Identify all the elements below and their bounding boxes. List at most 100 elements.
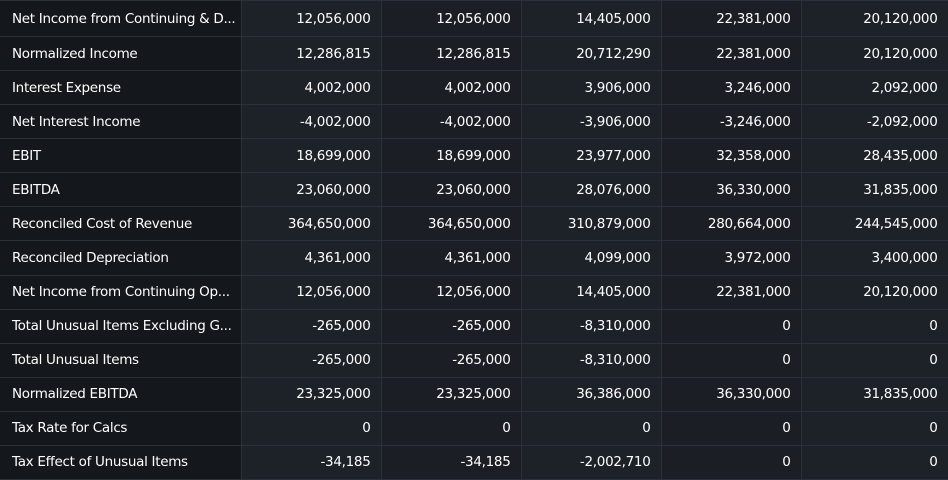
row-value: 0	[800, 410, 948, 446]
row-value: -265,000	[240, 342, 382, 378]
row-value: 12,056,000	[380, 0, 522, 38]
row-value: -2,092,000	[800, 104, 948, 140]
row-value: -4,002,000	[380, 104, 522, 140]
table-row[interactable]: Net Income from Continuing Op... 12,056,…	[0, 274, 948, 310]
table-row[interactable]: Reconciled Depreciation 4,361,000 4,361,…	[0, 240, 948, 276]
row-value: 0	[800, 342, 948, 378]
row-value: -34,185	[240, 444, 382, 480]
row-value: -265,000	[240, 308, 382, 344]
row-value: 4,361,000	[380, 240, 522, 276]
row-value: -3,906,000	[520, 104, 662, 140]
row-label: Total Unusual Items	[0, 342, 242, 378]
row-value: 0	[660, 410, 802, 446]
row-value: -3,246,000	[660, 104, 802, 140]
row-value: 23,325,000	[240, 376, 382, 412]
row-label: Total Unusual Items Excluding G...	[0, 308, 242, 344]
row-label: Interest Expense	[0, 70, 242, 106]
row-value: 0	[660, 308, 802, 344]
row-value: 4,002,000	[380, 70, 522, 106]
row-label: Reconciled Cost of Revenue	[0, 206, 242, 242]
row-value: -265,000	[380, 308, 522, 344]
row-value: 23,977,000	[520, 138, 662, 174]
row-label: Net Income from Continuing & D...	[0, 0, 242, 38]
table-row[interactable]: Normalized Income 12,286,815 12,286,815 …	[0, 36, 948, 72]
row-value: 0	[660, 444, 802, 480]
row-value: 18,699,000	[240, 138, 382, 174]
row-value: -2,002,710	[520, 444, 662, 480]
row-value: 0	[380, 410, 522, 446]
row-value: 0	[800, 444, 948, 480]
row-value: 3,906,000	[520, 70, 662, 106]
row-value: 32,358,000	[660, 138, 802, 174]
table-row[interactable]: Net Interest Income -4,002,000 -4,002,00…	[0, 104, 948, 140]
row-value: 12,286,815	[240, 36, 382, 72]
row-label: Tax Rate for Calcs	[0, 410, 242, 446]
row-value: 2,092,000	[800, 70, 948, 106]
row-label: Normalized Income	[0, 36, 242, 72]
row-value: 14,405,000	[520, 274, 662, 310]
row-value: 12,056,000	[240, 0, 382, 38]
row-value: 3,246,000	[660, 70, 802, 106]
row-value: 36,330,000	[660, 172, 802, 208]
row-label: EBIT	[0, 138, 242, 174]
row-value: 28,076,000	[520, 172, 662, 208]
row-value: -8,310,000	[520, 308, 662, 344]
row-value: 4,099,000	[520, 240, 662, 276]
row-label: Net Interest Income	[0, 104, 242, 140]
row-value: 0	[660, 342, 802, 378]
row-value: -265,000	[380, 342, 522, 378]
row-value: 4,361,000	[240, 240, 382, 276]
table-row[interactable]: Normalized EBITDA 23,325,000 23,325,000 …	[0, 376, 948, 412]
row-label: Tax Effect of Unusual Items	[0, 444, 242, 480]
row-value: 22,381,000	[660, 0, 802, 38]
table-row[interactable]: Interest Expense 4,002,000 4,002,000 3,9…	[0, 70, 948, 106]
row-value: 20,120,000	[800, 274, 948, 310]
row-value: 23,060,000	[380, 172, 522, 208]
table-row[interactable]: Tax Effect of Unusual Items -34,185 -34,…	[0, 444, 948, 480]
table-row[interactable]: Total Unusual Items Excluding G... -265,…	[0, 308, 948, 344]
row-value: 31,835,000	[800, 172, 948, 208]
row-label: EBITDA	[0, 172, 242, 208]
row-value: 22,381,000	[660, 274, 802, 310]
table-row[interactable]: EBITDA 23,060,000 23,060,000 28,076,000 …	[0, 172, 948, 208]
row-value: 36,330,000	[660, 376, 802, 412]
row-value: 20,120,000	[800, 0, 948, 38]
row-value: 23,060,000	[240, 172, 382, 208]
row-value: 364,650,000	[240, 206, 382, 242]
table-row[interactable]: Reconciled Cost of Revenue 364,650,000 3…	[0, 206, 948, 242]
financials-table-body: Net Income from Continuing & D... 12,056…	[0, 0, 948, 480]
row-value: -4,002,000	[240, 104, 382, 140]
row-value: 4,002,000	[240, 70, 382, 106]
row-value: 280,664,000	[660, 206, 802, 242]
row-value: 23,325,000	[380, 376, 522, 412]
row-value: 22,381,000	[660, 36, 802, 72]
row-label: Reconciled Depreciation	[0, 240, 242, 276]
row-value: 3,400,000	[800, 240, 948, 276]
row-value: -8,310,000	[520, 342, 662, 378]
row-value: 310,879,000	[520, 206, 662, 242]
row-value: 31,835,000	[800, 376, 948, 412]
row-value: 0	[520, 410, 662, 446]
row-value: 28,435,000	[800, 138, 948, 174]
row-value: 20,712,290	[520, 36, 662, 72]
row-value: 20,120,000	[800, 36, 948, 72]
table-row[interactable]: Net Income from Continuing & D... 12,056…	[0, 0, 948, 38]
row-label: Normalized EBITDA	[0, 376, 242, 412]
row-value: 12,286,815	[380, 36, 522, 72]
financials-table: Net Income from Continuing & D... 12,056…	[0, 0, 948, 480]
row-value: 12,056,000	[240, 274, 382, 310]
row-value: -34,185	[380, 444, 522, 480]
row-value: 244,545,000	[800, 206, 948, 242]
row-value: 0	[800, 308, 948, 344]
row-value: 364,650,000	[380, 206, 522, 242]
table-row[interactable]: EBIT 18,699,000 18,699,000 23,977,000 32…	[0, 138, 948, 174]
table-row[interactable]: Total Unusual Items -265,000 -265,000 -8…	[0, 342, 948, 378]
row-value: 0	[240, 410, 382, 446]
table-row[interactable]: Tax Rate for Calcs 0 0 0 0 0	[0, 410, 948, 446]
row-value: 12,056,000	[380, 274, 522, 310]
row-value: 3,972,000	[660, 240, 802, 276]
row-value: 14,405,000	[520, 0, 662, 38]
row-label: Net Income from Continuing Op...	[0, 274, 242, 310]
row-value: 18,699,000	[380, 138, 522, 174]
row-value: 36,386,000	[520, 376, 662, 412]
